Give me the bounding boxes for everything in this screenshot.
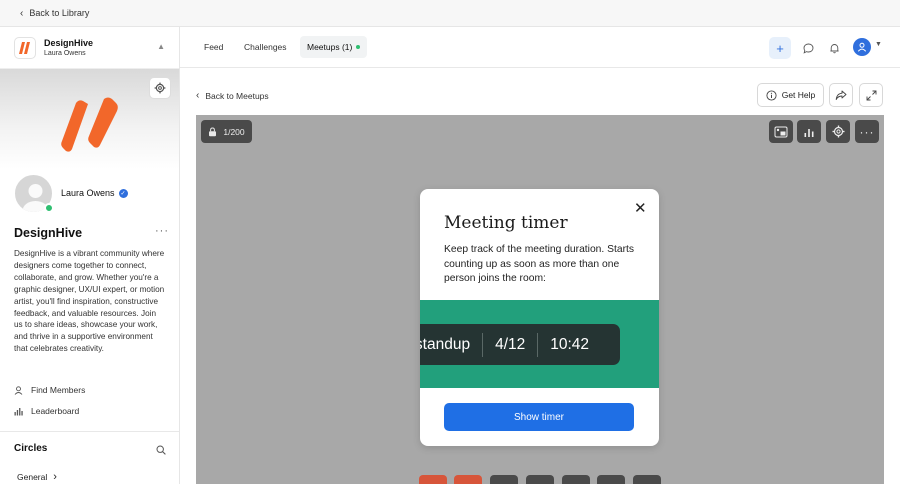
more-controls-button[interactable]: [633, 475, 661, 484]
user-icon: [14, 385, 23, 395]
main-header: Feed Challenges Meetups (1) + ▼: [180, 27, 900, 68]
tab-challenges[interactable]: Challenges: [237, 36, 294, 58]
online-status-dot: [44, 203, 54, 213]
dialog-description: Keep track of the meeting duration. Star…: [444, 244, 635, 284]
show-timer-label: Show timer: [513, 411, 564, 423]
meeting-timer-dialog: Meeting timer ✕ Keep track of the meetin…: [420, 189, 659, 446]
show-timer-button[interactable]: Show timer: [444, 403, 634, 431]
participant-count: 1/200: [223, 126, 245, 137]
back-to-library-link[interactable]: Back to Library: [29, 8, 89, 18]
community-title: DesignHive: [14, 226, 83, 240]
stats-button[interactable]: [797, 120, 821, 143]
circles-heading: Circles: [14, 443, 48, 454]
expand-icon: [866, 90, 876, 100]
camera-button[interactable]: [490, 475, 518, 484]
timer-preview: y-standup 4/12 10:42: [420, 300, 659, 388]
layout-button[interactable]: [769, 120, 793, 143]
user-avatar-button[interactable]: [853, 38, 871, 56]
timer-pill: y-standup 4/12 10:42: [420, 324, 620, 365]
back-to-meetups-link[interactable]: ‹ Back to Meetups: [196, 90, 269, 101]
divider: [0, 431, 179, 432]
find-members-label: Find Members: [31, 385, 86, 395]
fullscreen-button[interactable]: [859, 83, 883, 107]
chevron-right-icon: ›: [53, 471, 57, 483]
more-options-button[interactable]: ···: [855, 120, 879, 143]
tab-feed[interactable]: Feed: [197, 36, 230, 58]
lock-icon: [209, 126, 217, 136]
meeting-stage: 1/200 ··· Meeting timer ✕ Keep track of …: [196, 115, 884, 484]
verified-icon: ✓: [118, 188, 128, 198]
tab-feed-label: Feed: [204, 42, 224, 52]
profile-name[interactable]: Laura Owens: [61, 188, 115, 198]
gear-icon: [154, 82, 166, 94]
tab-challenges-label: Challenges: [244, 42, 287, 52]
notifications-button[interactable]: [823, 37, 845, 59]
get-help-button[interactable]: Get Help: [757, 83, 824, 107]
mute-button[interactable]: [454, 475, 482, 484]
dialog-title: Meeting timer: [444, 213, 568, 233]
bar-chart-icon: [804, 128, 814, 137]
community-logo-icon: [61, 97, 118, 152]
screen-share-button[interactable]: [562, 475, 590, 484]
chat-icon: [803, 43, 813, 54]
chat-button[interactable]: [597, 475, 625, 484]
community-switcher[interactable]: DesignHive Laura Owens ▲: [0, 27, 179, 69]
profile-row: Laura Owens ✓: [0, 169, 179, 217]
circle-item-general[interactable]: General ›: [17, 471, 57, 483]
chevron-left-icon[interactable]: ‹: [20, 8, 23, 19]
chevron-down-icon[interactable]: ▼: [875, 41, 882, 48]
more-options-icon[interactable]: ···: [155, 225, 169, 237]
get-help-label: Get Help: [781, 90, 816, 100]
circle-general-label: General: [17, 472, 48, 482]
brand-owner: Laura Owens: [44, 50, 86, 57]
participant-counter: 1/200: [201, 120, 252, 143]
messages-button[interactable]: [797, 37, 819, 59]
close-icon[interactable]: ✕: [634, 199, 647, 217]
sidebar: DesignHive Laura Owens ▲ Laura Owens ✓ D…: [0, 27, 180, 484]
leave-button[interactable]: [419, 475, 447, 484]
search-icon[interactable]: [156, 442, 166, 460]
user-icon: [857, 42, 867, 52]
info-icon: [766, 89, 777, 101]
stage-settings-button[interactable]: [826, 120, 850, 143]
community-description: DesignHive is a vibrant community where …: [14, 249, 165, 354]
timer-time: 10:42: [550, 335, 590, 353]
gear-icon: [832, 125, 844, 138]
chevron-left-icon: ‹: [196, 90, 200, 101]
bar-chart-icon: [14, 407, 23, 415]
leaderboard-label: Leaderboard: [31, 406, 80, 416]
share-icon: [835, 90, 847, 100]
live-indicator-dot: [356, 45, 361, 49]
leaderboard-link[interactable]: Leaderboard: [14, 406, 79, 416]
participants-button[interactable]: [526, 475, 554, 484]
back-to-meetups-label: Back to Meetups: [205, 90, 269, 101]
bell-icon: [829, 43, 839, 53]
tab-meetups-label: Meetups (1): [307, 42, 353, 52]
find-members-link[interactable]: Find Members: [14, 385, 85, 395]
share-button[interactable]: [829, 83, 853, 107]
picture-in-picture-icon: [774, 126, 788, 137]
timer-name: y-standup: [420, 335, 471, 353]
timer-date: 4/12: [495, 335, 526, 353]
plus-icon: +: [776, 40, 784, 56]
chevron-up-icon[interactable]: ▲: [157, 42, 165, 51]
cover-settings-button[interactable]: [149, 77, 171, 99]
more-options-icon: ···: [859, 124, 875, 139]
tab-meetups[interactable]: Meetups (1): [300, 36, 368, 58]
brand-name: DesignHive: [44, 38, 94, 48]
back-to-library-bar: ‹ Back to Library: [0, 0, 900, 27]
add-button[interactable]: +: [769, 37, 791, 59]
community-cover: [0, 69, 179, 169]
brand-logo-icon: [14, 36, 36, 59]
